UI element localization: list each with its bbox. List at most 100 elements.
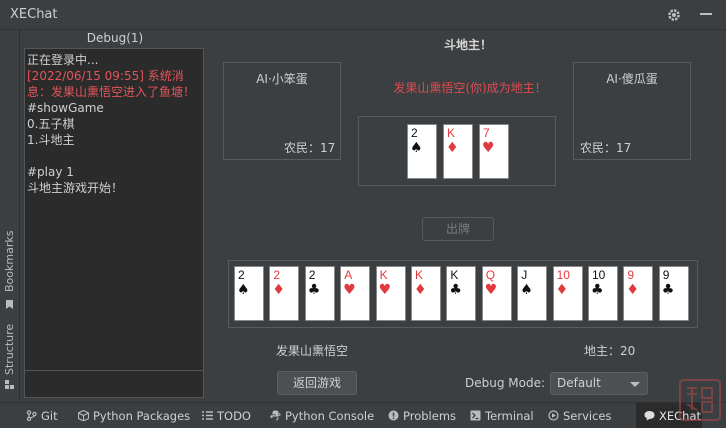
bottom-tab-git[interactable]: Git — [26, 403, 58, 428]
card-suit-icon: ♦ — [272, 282, 285, 298]
bottom-tab-label: TODO — [217, 409, 251, 423]
bottom-tab-todo[interactable]: TODO — [202, 403, 251, 428]
card-rank: J — [521, 268, 528, 282]
chat-icon — [644, 411, 655, 421]
bottom-tab-label: Git — [41, 409, 58, 423]
left-player-role: 农民：17 — [284, 141, 336, 155]
card-rank: 2 — [411, 126, 418, 140]
right-player-box: AI·傻瓜蛋 农民：17 — [573, 62, 691, 160]
packages-icon — [78, 410, 89, 421]
bottom-tab-services[interactable]: Services — [548, 403, 612, 428]
log-line: 正在登录中... — [27, 53, 99, 67]
chevron-down-icon — [630, 382, 640, 387]
chat-input[interactable] — [24, 370, 204, 398]
bottom-tab-python-console[interactable]: Python Console — [270, 403, 374, 428]
card-rank: K — [450, 268, 459, 282]
card-rank: 7 — [483, 126, 490, 140]
card-rank: K — [415, 268, 424, 282]
hand-card[interactable]: 2 ♠ — [234, 266, 264, 321]
card-suit-icon: ♦ — [446, 140, 459, 156]
bottom-tab-label: Problems — [403, 409, 457, 423]
hand-card[interactable]: 2 ♦ — [269, 266, 300, 321]
services-icon — [548, 410, 559, 421]
bottom-tab-label: Python Console — [285, 409, 375, 423]
python-icon — [270, 410, 281, 421]
hand-card[interactable]: 10 ♦ — [552, 266, 583, 321]
card-suit-icon: ♠ — [410, 140, 423, 156]
bottom-tab-label: Services — [563, 409, 612, 423]
play-cards-button[interactable]: 出牌 — [422, 217, 494, 241]
gear-icon[interactable] — [666, 7, 682, 23]
window-title: XEChat — [10, 7, 58, 22]
card-suit-icon: ♦ — [626, 282, 639, 298]
card-rank: 10 — [556, 268, 570, 282]
player-hand: 2 ♠ 2 ♦ 2 ♣ A ♥ K ♥ K ♦ K ♣ Q ♥ J ♠ 10 ♦ 10 ♣ 9 ♦ 9 ♣ — [228, 260, 698, 328]
card-suit-icon: ♥ — [343, 282, 356, 298]
bookmarks-label: Bookmarks — [3, 230, 16, 292]
card-suit-icon: ♣ — [661, 282, 675, 298]
card-rank: 10 — [592, 268, 606, 282]
game-title: 斗地主！ — [443, 38, 492, 52]
log-line: 0.五子棋 — [27, 117, 75, 131]
bottom-tab-terminal[interactable]: Terminal — [470, 403, 534, 428]
minimize-icon[interactable] — [700, 13, 712, 15]
hand-card[interactable]: J ♠ — [517, 266, 548, 321]
hand-card[interactable]: 10 ♣ — [588, 266, 618, 321]
card-suit-icon: ♣ — [591, 282, 604, 298]
card-suit-icon: ♥ — [482, 140, 495, 156]
back-to-game-button[interactable]: 返回游戏 — [277, 371, 357, 395]
bottom-tool-bar: Git Python Packages TODO Python Console Prob… — [0, 402, 726, 428]
hand-card[interactable]: K ♣ — [446, 266, 477, 321]
hand-card[interactable]: Q ♥ — [481, 266, 512, 321]
debug-title: Debug(1) — [86, 31, 144, 45]
card-suit-icon: ♥ — [378, 282, 392, 298]
git-branch-icon — [26, 410, 37, 421]
debug-mode-label: Debug Mode: — [465, 376, 546, 390]
hand-card[interactable]: 9 ♣ — [658, 266, 689, 321]
hand-card[interactable]: K ♦ — [411, 266, 441, 321]
landlord-card[interactable]: K ♦ — [443, 124, 473, 179]
hand-card[interactable]: A ♥ — [340, 266, 371, 321]
structure-label: Structure — [3, 323, 16, 375]
log-line: 1.斗地主 — [27, 133, 75, 147]
landlord-announcement: 发果山熏悟空(你)成为地主！ — [393, 81, 547, 95]
log-line: #showGame — [27, 101, 104, 115]
bottom-tab-python-packages[interactable]: Python Packages — [78, 403, 190, 428]
hand-card[interactable]: 9 ♦ — [623, 266, 654, 321]
right-player-role: 农民：17 — [580, 141, 632, 155]
card-rank: 9 — [627, 268, 635, 282]
landlord-card-count: 地主：20 — [584, 344, 636, 358]
landlord-cards-box: 2 ♠ K ♦ 7 ♥ — [358, 116, 556, 186]
card-rank: A — [344, 268, 353, 282]
card-rank: Q — [485, 268, 496, 282]
log-line: #play 1 — [27, 165, 74, 179]
card-rank: 2 — [273, 268, 281, 282]
player-name: 发果山熏悟空 — [276, 344, 349, 358]
debug-mode-select[interactable]: Default — [550, 372, 648, 395]
left-player-box: AI·小笨蛋 农民：17 — [223, 62, 341, 160]
structure-icon — [5, 380, 14, 389]
watermark-stamp — [679, 379, 721, 421]
tool-window-header: XEChat — [0, 0, 726, 30]
alert-icon — [388, 410, 399, 421]
debug-mode-value: Default — [557, 376, 601, 390]
bottom-tab-label: Python Packages — [93, 409, 191, 423]
debug-log[interactable]: 正在登录中... [2022/06/15 09:55] 系统消息：发果山熏悟空进入… — [24, 48, 204, 396]
card-suit-icon: ♣ — [307, 282, 321, 298]
hand-card[interactable]: 2 ♣ — [304, 266, 335, 321]
bottom-tab-problems[interactable]: Problems — [388, 403, 456, 428]
card-suit-icon: ♣ — [449, 282, 462, 298]
card-rank: 2 — [238, 268, 245, 282]
bottom-tab-label: Terminal — [485, 409, 534, 423]
bookmark-icon — [6, 300, 13, 309]
card-suit-icon: ♦ — [555, 282, 569, 298]
left-player-name: AI·小笨蛋 — [256, 72, 308, 86]
debug-panel: Debug(1) 正在登录中... [2022/06/15 09:55] 系统消息… — [24, 30, 206, 400]
hand-card[interactable]: K ♥ — [375, 266, 406, 321]
landlord-card[interactable]: 7 ♥ — [479, 124, 509, 179]
log-line: [2022/06/15 09:55] 系统消息：发果山熏悟空进入了鱼塘！ — [27, 69, 196, 99]
card-rank: 9 — [662, 268, 670, 282]
log-line: 斗地主游戏开始！ — [27, 181, 124, 195]
landlord-card[interactable]: 2 ♠ — [407, 124, 437, 179]
